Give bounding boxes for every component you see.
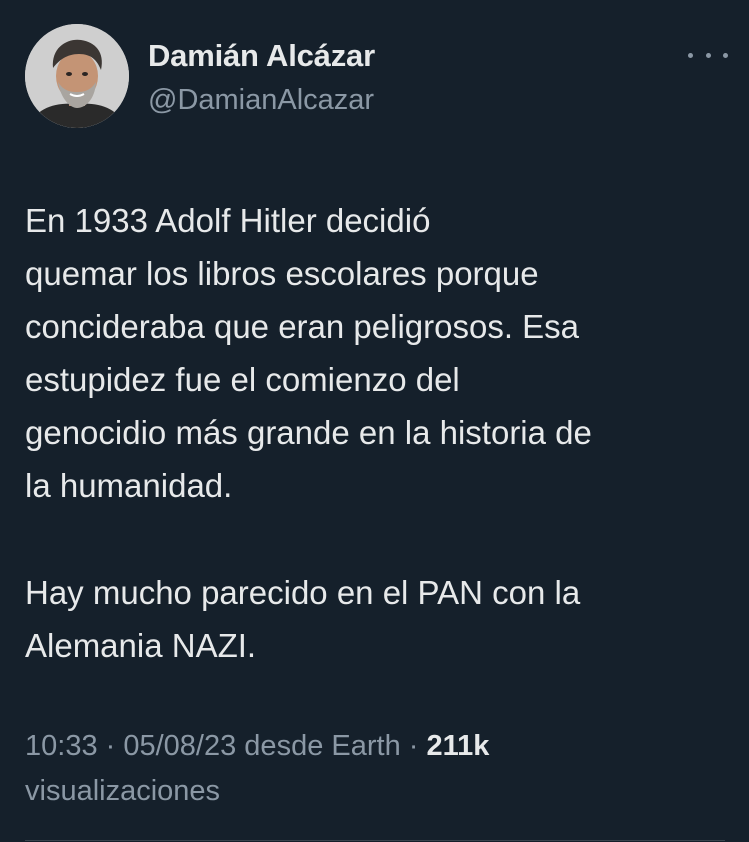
tweet-date[interactable]: 05/08/23 xyxy=(123,730,236,762)
separator: · xyxy=(97,730,124,762)
more-dot xyxy=(705,52,711,58)
avatar-image xyxy=(25,24,129,128)
avatar[interactable] xyxy=(25,24,129,128)
tweet-time[interactable]: 10:33 xyxy=(25,730,98,762)
views-label: visualizaciones xyxy=(25,775,221,807)
tweet-metadata: 10:33 · 05/08/23 desde Earth · 211k visua… xyxy=(25,724,725,814)
divider xyxy=(25,840,725,841)
views-count: 211k xyxy=(426,730,490,762)
more-dot xyxy=(688,52,693,58)
more-dot xyxy=(723,52,728,58)
more-options-icon[interactable] xyxy=(688,44,728,66)
author-display-name[interactable]: Damián Alcázar xyxy=(148,38,375,74)
separator: · xyxy=(400,730,427,762)
author-handle[interactable]: @DamianAlcazar xyxy=(148,84,374,117)
tweet-source: desde Earth xyxy=(236,730,401,762)
tweet: Damián Alcázar @DamianAlcazar En 1933 Ad… xyxy=(0,0,749,842)
tweet-text-paragraph-2: Hay mucho parecido en el PAN con la Alem… xyxy=(25,574,581,664)
tweet-text-paragraph-1: En 1933 Adolf Hitler decidió quemar los … xyxy=(25,202,592,504)
